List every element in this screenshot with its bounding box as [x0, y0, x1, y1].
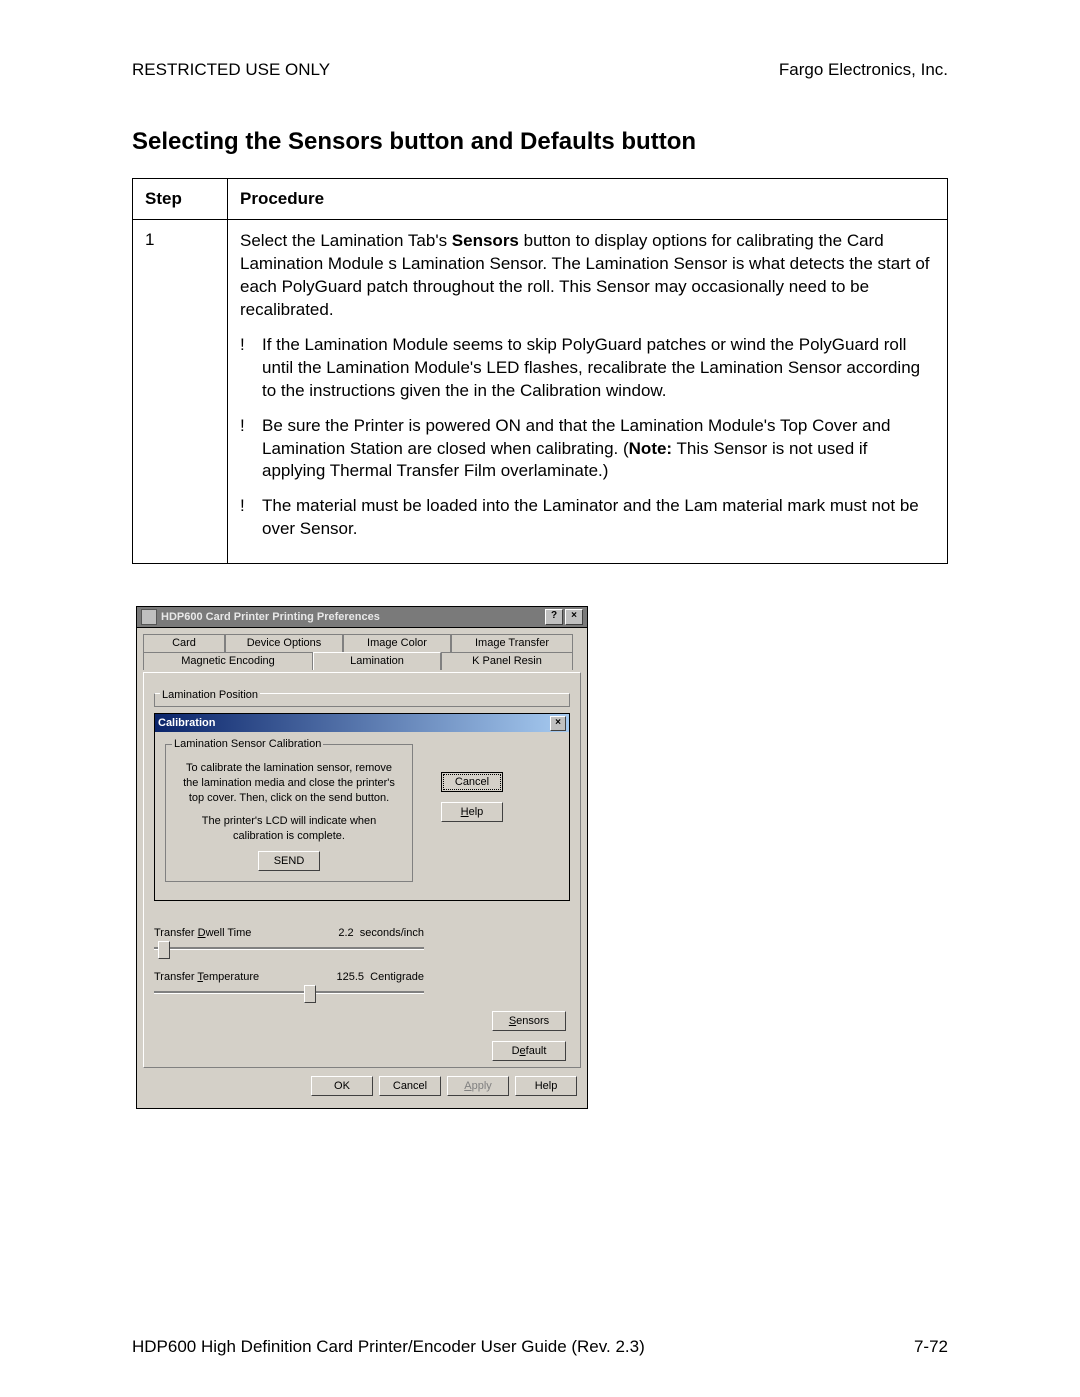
header-left: RESTRICTED USE ONLY: [132, 60, 330, 80]
apply-button[interactable]: Apply: [447, 1076, 509, 1096]
col-step: Step: [133, 179, 228, 220]
bullet-mark-icon: !: [240, 415, 262, 484]
header-right: Fargo Electronics, Inc.: [779, 60, 948, 80]
sensors-button[interactable]: Sensors: [492, 1011, 566, 1031]
fieldset-legend: Lamination Sensor Calibration: [172, 738, 323, 750]
procedure-para-1: Select the Lamination Tab's Sensors butt…: [240, 230, 935, 322]
tab-device-options[interactable]: Device Options: [225, 634, 343, 652]
calibration-text-2: The printer's LCD will indicate when cal…: [180, 814, 398, 844]
tab-strip: Card Device Options Image Color Image Tr…: [143, 634, 581, 670]
calibration-dialog: Calibration × Lamination Sensor Calibrat…: [154, 713, 570, 901]
calibration-close-button[interactable]: ×: [550, 716, 566, 731]
printing-preferences-dialog: HDP600 Card Printer Printing Preferences…: [136, 606, 588, 1109]
lamination-position-label: Lamination Position: [160, 689, 260, 701]
procedure-cell: Select the Lamination Tab's Sensors butt…: [228, 220, 948, 564]
bullet-3: ! The material must be loaded into the L…: [240, 495, 935, 541]
ok-button[interactable]: OK: [311, 1076, 373, 1096]
temperature-unit: Centigrade: [370, 971, 424, 983]
page-footer: HDP600 High Definition Card Printer/Enco…: [132, 1337, 948, 1357]
tab-image-color[interactable]: Image Color: [343, 634, 451, 652]
calibration-cancel-button[interactable]: Cancel: [441, 772, 503, 792]
bullet-1: ! If the Lamination Module seems to skip…: [240, 334, 935, 403]
dialog-footer: OK Cancel Apply Help: [143, 1068, 581, 1098]
help-button[interactable]: Help: [515, 1076, 577, 1096]
tab-card[interactable]: Card: [143, 634, 225, 652]
bullet-mark-icon: !: [240, 334, 262, 403]
app-icon: [141, 609, 157, 625]
tab-lamination[interactable]: Lamination: [313, 652, 441, 670]
close-titlebar-button[interactable]: ×: [565, 609, 583, 625]
temperature-value: 125.5: [337, 971, 365, 983]
transfer-dwell-time-row: Transfer Dwell Time 2.2 seconds/inch: [154, 927, 570, 957]
default-button[interactable]: Default: [492, 1041, 566, 1061]
footer-left: HDP600 High Definition Card Printer/Enco…: [132, 1337, 645, 1357]
transfer-temperature-row: Transfer Temperature 125.5 Centigrade: [154, 971, 570, 1001]
temperature-label: Transfer Temperature: [154, 971, 259, 983]
calibration-titlebar[interactable]: Calibration ×: [155, 714, 569, 732]
slider-thumb-icon[interactable]: [158, 941, 170, 959]
cancel-button[interactable]: Cancel: [379, 1076, 441, 1096]
dialog-title: HDP600 Card Printer Printing Preferences: [161, 611, 543, 623]
calibration-title-text: Calibration: [158, 717, 215, 729]
send-button[interactable]: SEND: [258, 851, 320, 871]
help-titlebar-button[interactable]: ?: [545, 609, 563, 625]
dialog-titlebar[interactable]: HDP600 Card Printer Printing Preferences…: [136, 606, 588, 627]
steps-table: Step Procedure 1 Select the Lamination T…: [132, 178, 948, 564]
bullet-2: ! Be sure the Printer is powered ON and …: [240, 415, 935, 484]
lamination-sensor-calibration-group: Lamination Sensor Calibration To calibra…: [165, 744, 413, 882]
step-number: 1: [133, 220, 228, 564]
calibration-text-1: To calibrate the lamination sensor, remo…: [180, 761, 398, 806]
footer-right: 7-72: [914, 1337, 948, 1357]
col-procedure: Procedure: [228, 179, 948, 220]
dwell-time-unit: seconds/inch: [360, 927, 424, 939]
page-title: Selecting the Sensors button and Default…: [132, 128, 948, 156]
tab-magnetic-encoding[interactable]: Magnetic Encoding: [143, 652, 313, 670]
lamination-tab-content: Lamination Position Calibration × Lamina…: [143, 672, 581, 1068]
dwell-time-value: 2.2: [338, 927, 353, 939]
page-header: RESTRICTED USE ONLY Fargo Electronics, I…: [132, 60, 948, 80]
slider-thumb-icon[interactable]: [304, 985, 316, 1003]
tab-k-panel-resin[interactable]: K Panel Resin: [441, 652, 573, 670]
dwell-time-label: Transfer Dwell Time: [154, 927, 251, 939]
tab-image-transfer[interactable]: Image Transfer: [451, 634, 573, 652]
dwell-time-slider[interactable]: [154, 941, 424, 957]
temperature-slider[interactable]: [154, 985, 424, 1001]
bullet-mark-icon: !: [240, 495, 262, 541]
calibration-help-button[interactable]: Help: [441, 802, 503, 822]
